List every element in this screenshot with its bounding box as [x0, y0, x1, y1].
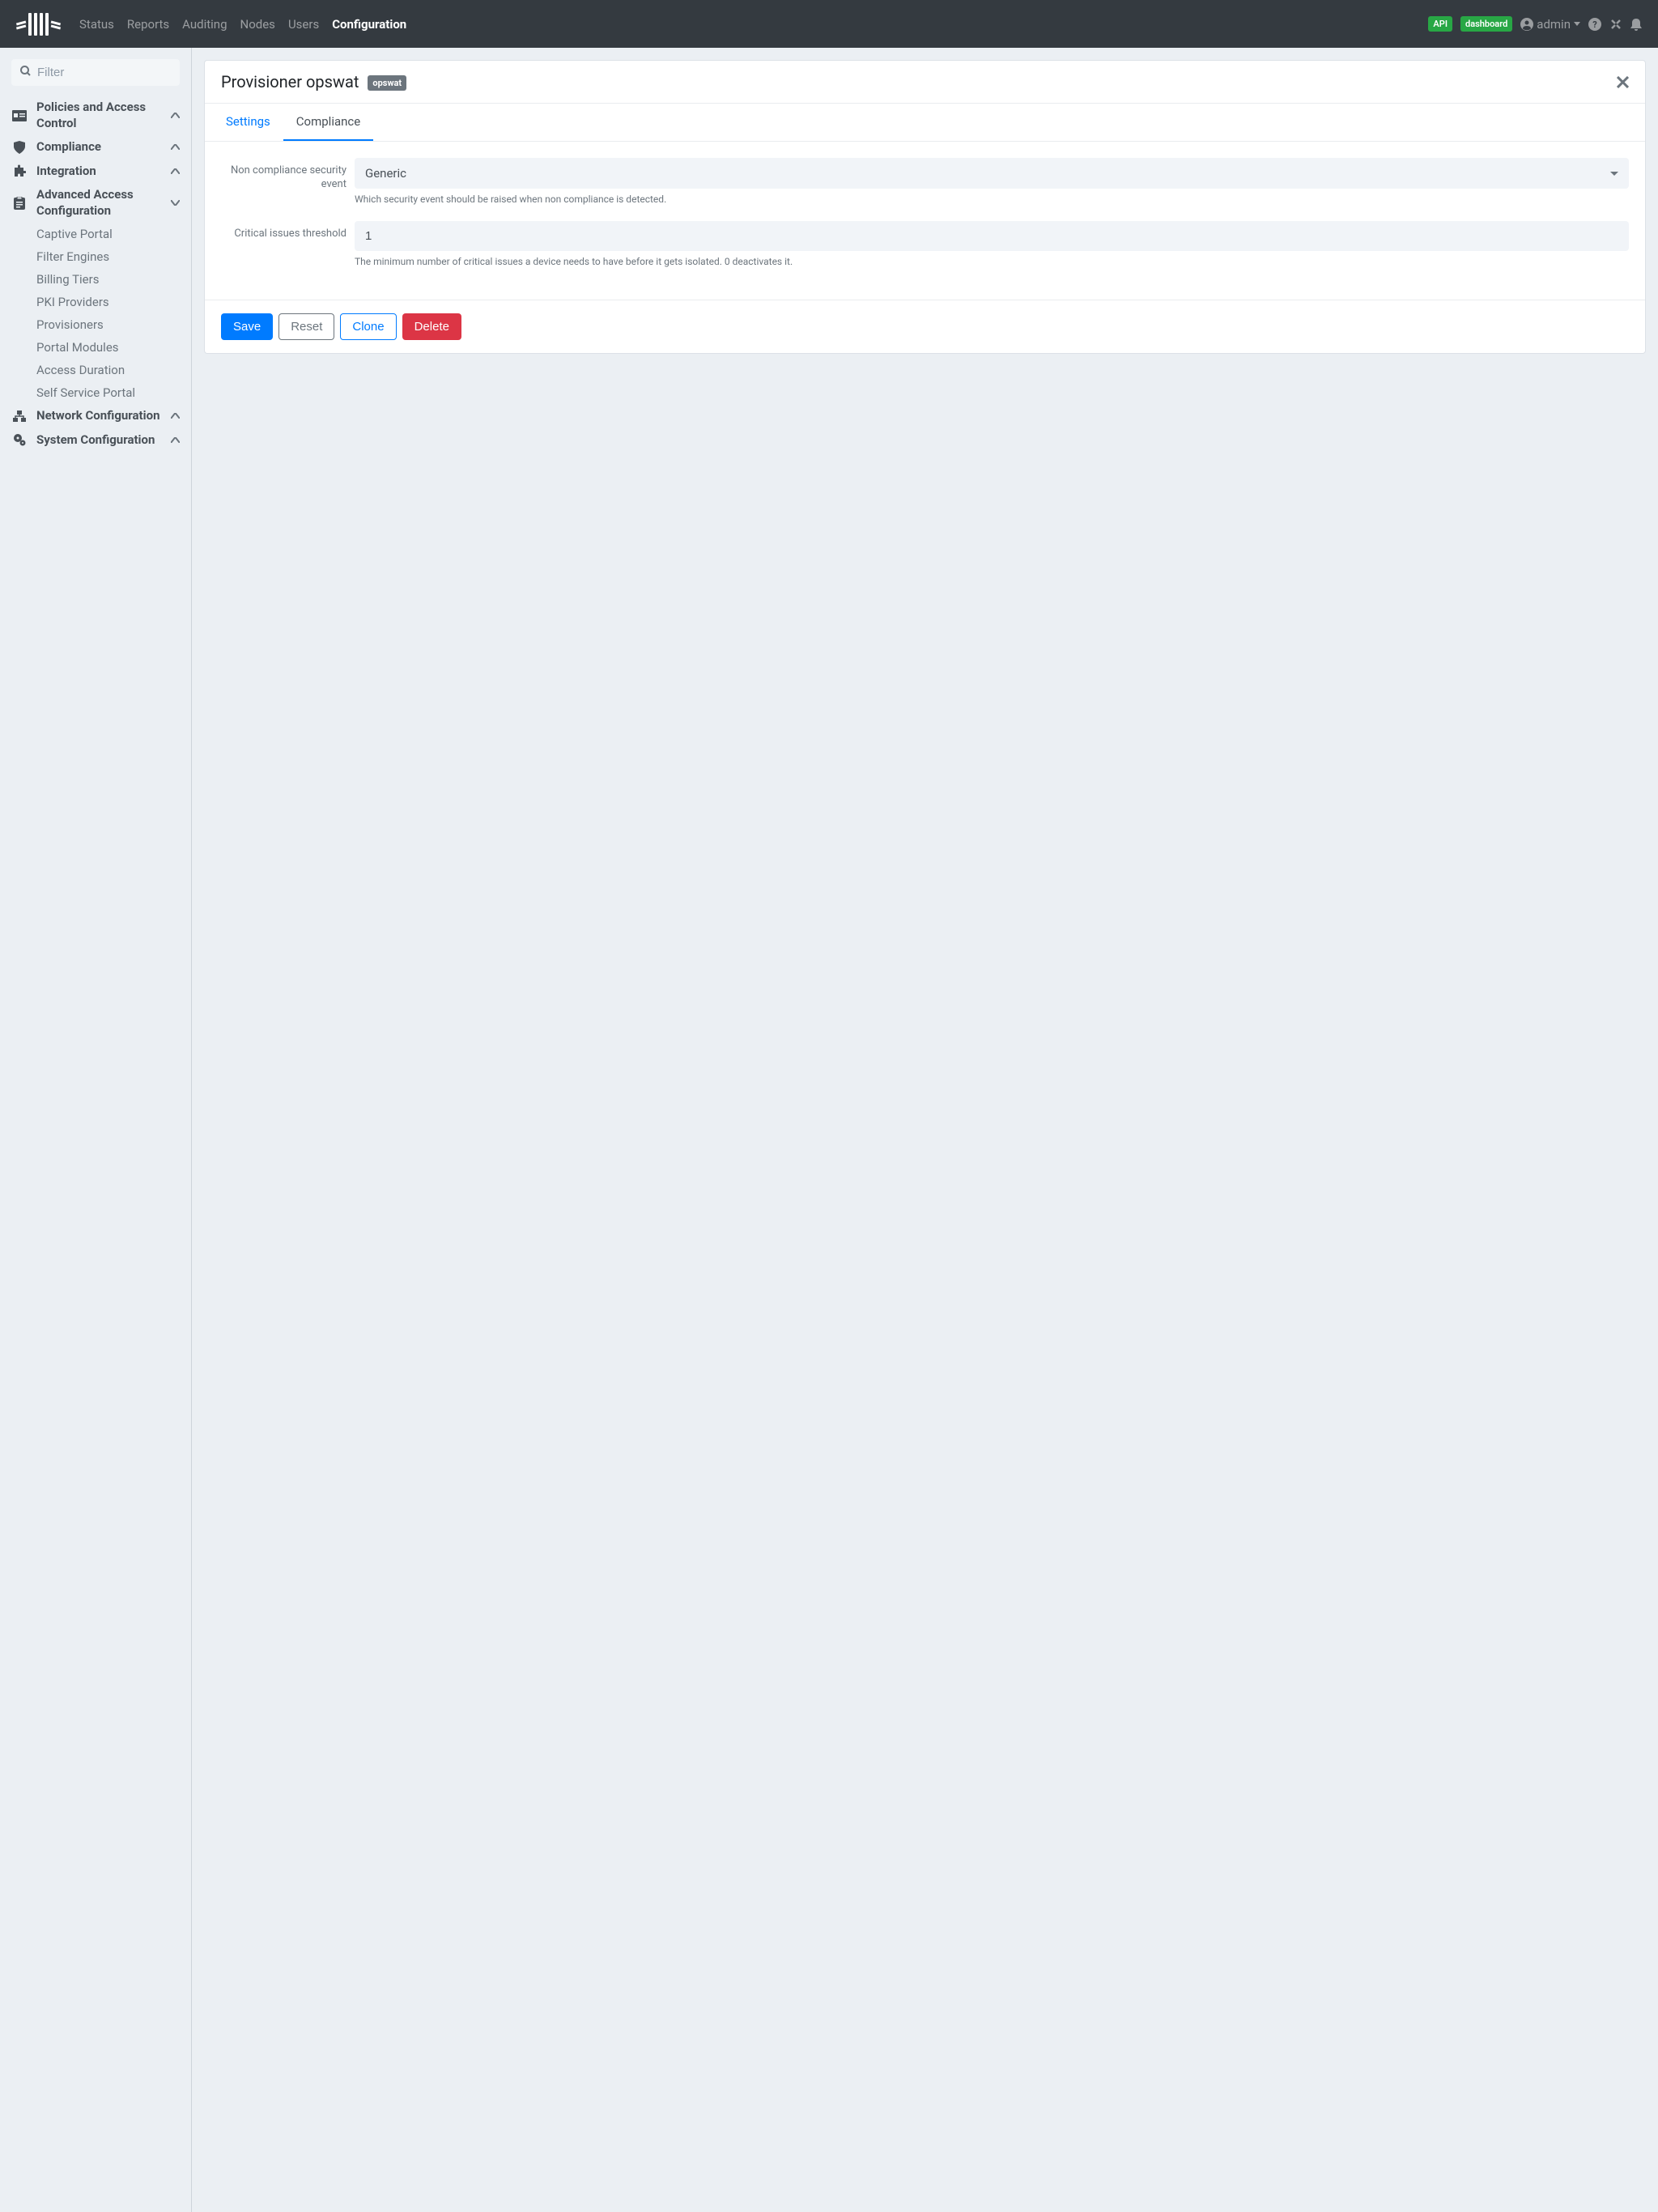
- api-badge[interactable]: API: [1428, 16, 1452, 32]
- chevron-up-icon: [171, 168, 180, 174]
- logo[interactable]: [16, 11, 62, 38]
- sidebar-item-captive-portal[interactable]: Captive Portal: [36, 223, 180, 245]
- event-label: Non compliance security event: [221, 158, 346, 205]
- chevron-down-icon: [1574, 22, 1580, 26]
- sidebar-section-policies[interactable]: Policies and Access Control: [11, 96, 180, 135]
- chevron-up-icon: [171, 413, 180, 419]
- shield-icon: [11, 141, 28, 154]
- sidebar-item-portal-modules[interactable]: Portal Modules: [36, 336, 180, 359]
- filter-input[interactable]: [37, 66, 171, 79]
- nav-status[interactable]: Status: [74, 11, 120, 38]
- chevron-up-icon: [171, 437, 180, 443]
- title-name: opswat: [306, 72, 359, 91]
- sidebar-section-system[interactable]: System Configuration: [11, 428, 180, 453]
- clipboard-icon: [11, 197, 28, 210]
- nav-auditing[interactable]: Auditing: [176, 11, 232, 38]
- tabs: Settings Compliance: [205, 104, 1645, 142]
- chevron-up-icon: [171, 144, 180, 150]
- nav-users[interactable]: Users: [283, 11, 325, 38]
- chevron-down-icon: [171, 200, 180, 206]
- section-label: Policies and Access Control: [36, 100, 162, 131]
- save-button[interactable]: Save: [221, 313, 273, 340]
- user-menu[interactable]: admin: [1520, 17, 1580, 32]
- card-footer: Save Reset Clone Delete: [205, 300, 1645, 353]
- cogs-icon: [11, 433, 28, 446]
- bell-icon[interactable]: [1630, 18, 1642, 31]
- tools-icon[interactable]: [1609, 18, 1622, 31]
- sub-list: Captive Portal Filter Engines Billing Ti…: [11, 223, 180, 404]
- card: Provisioner opswat opswat Settings Compl…: [204, 60, 1646, 354]
- main-content: Provisioner opswat opswat Settings Compl…: [192, 48, 1658, 2212]
- sidebar-item-filter-engines[interactable]: Filter Engines: [36, 245, 180, 268]
- event-help: Which security event should be raised wh…: [355, 194, 1629, 205]
- sidebar-item-billing-tiers[interactable]: Billing Tiers: [36, 268, 180, 291]
- event-select[interactable]: Generic: [355, 158, 1629, 189]
- section-label: Integration: [36, 164, 162, 180]
- sidebar-item-provisioners[interactable]: Provisioners: [36, 313, 180, 336]
- help-icon[interactable]: ?: [1588, 18, 1601, 31]
- sidebar-item-pki-providers[interactable]: PKI Providers: [36, 291, 180, 313]
- sidebar-section-advanced[interactable]: Advanced Access Configuration: [11, 183, 180, 223]
- nav-links: Status Reports Auditing Nodes Users Conf…: [74, 11, 412, 38]
- chevron-up-icon: [171, 113, 180, 118]
- navbar-right: API dashboard admin ?: [1428, 16, 1642, 32]
- delete-button[interactable]: Delete: [402, 313, 461, 340]
- sidebar: Policies and Access Control Compliance I…: [0, 48, 192, 2212]
- sidebar-item-access-duration[interactable]: Access Duration: [36, 359, 180, 381]
- sidebar-section-network[interactable]: Network Configuration: [11, 404, 180, 428]
- nav-configuration[interactable]: Configuration: [326, 11, 412, 38]
- form-row-event: Non compliance security event Generic Wh…: [221, 158, 1629, 205]
- puzzle-icon: [11, 164, 28, 177]
- form-body: Non compliance security event Generic Wh…: [205, 142, 1645, 300]
- search-icon: [20, 66, 31, 79]
- navbar: Status Reports Auditing Nodes Users Conf…: [0, 0, 1658, 48]
- user-icon: [1520, 18, 1533, 31]
- tab-compliance[interactable]: Compliance: [283, 104, 373, 141]
- section-label: Compliance: [36, 139, 162, 155]
- nav-nodes[interactable]: Nodes: [235, 11, 281, 38]
- section-label: Advanced Access Configuration: [36, 187, 162, 219]
- close-button[interactable]: [1617, 76, 1629, 88]
- title-prefix: Provisioner: [221, 72, 306, 91]
- dashboard-badge[interactable]: dashboard: [1460, 16, 1512, 32]
- card-title: Provisioner opswat opswat: [221, 72, 406, 91]
- id-card-icon: [11, 110, 28, 121]
- section-label: System Configuration: [36, 432, 162, 449]
- clone-button[interactable]: Clone: [340, 313, 396, 340]
- form-row-threshold: Critical issues threshold The minimum nu…: [221, 221, 1629, 267]
- caret-down-icon: [1610, 172, 1618, 176]
- threshold-help: The minimum number of critical issues a …: [355, 256, 1629, 267]
- user-name: admin: [1537, 17, 1571, 32]
- reset-button[interactable]: Reset: [278, 313, 334, 340]
- threshold-label: Critical issues threshold: [221, 221, 346, 267]
- svg-text:?: ?: [1592, 19, 1597, 30]
- event-value: Generic: [365, 166, 406, 181]
- tab-settings[interactable]: Settings: [213, 104, 283, 141]
- title-badge: opswat: [368, 75, 406, 91]
- network-icon: [11, 410, 28, 422]
- filter-box[interactable]: [11, 59, 180, 86]
- sidebar-section-compliance[interactable]: Compliance: [11, 135, 180, 160]
- nav-reports[interactable]: Reports: [121, 11, 175, 38]
- sidebar-section-integration[interactable]: Integration: [11, 160, 180, 184]
- sidebar-item-self-service-portal[interactable]: Self Service Portal: [36, 381, 180, 404]
- card-header: Provisioner opswat opswat: [205, 61, 1645, 104]
- section-label: Network Configuration: [36, 408, 162, 424]
- threshold-input[interactable]: [355, 221, 1629, 251]
